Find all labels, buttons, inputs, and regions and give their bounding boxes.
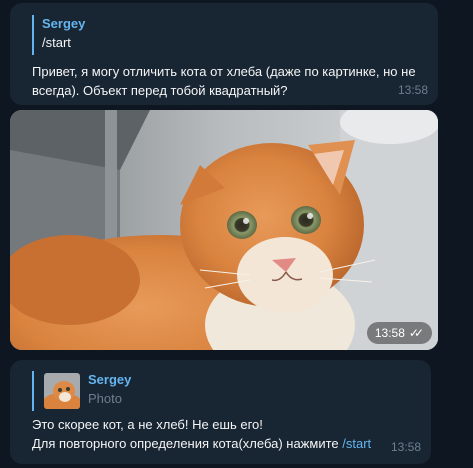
message-text-line: Привет, я могу отличить кота от хлеба (д…	[32, 64, 416, 79]
message-time: 13:58	[374, 326, 405, 340]
message-time: 13:58	[397, 83, 428, 97]
message-text-line: Для повторного определения кота(хлеба) н…	[32, 434, 371, 453]
message-text: Привет, я могу отличить кота от хлеба (д…	[32, 62, 416, 100]
cat-thumbnail	[44, 373, 80, 409]
double-check-icon: ✓✓	[408, 326, 424, 340]
message-text-fragment: Для повторного определения кота(хлеба) н…	[32, 436, 343, 451]
ginger-cat-photo	[10, 110, 438, 350]
message-text-line: всегда). Объект перед тобой квадратный?	[32, 83, 288, 98]
reply-sender-name: Sergey	[42, 16, 86, 31]
message-bubble-greeting[interactable]: Sergey /start Привет, я могу отличить ко…	[10, 3, 438, 105]
reply-quote[interactable]: Sergey /start	[32, 15, 85, 55]
start-command-link[interactable]: /start	[342, 436, 371, 451]
reply-text: Photo	[88, 391, 122, 406]
message-time: 13:58	[390, 440, 421, 454]
reply-quote[interactable]: Sergey Photo	[32, 371, 131, 411]
message-bubble-result[interactable]: Sergey Photo Это скорее кот, а не хлеб! …	[10, 360, 431, 464]
message-text-line: Это скорее кот, а не хлеб! Не ешь его!	[32, 417, 263, 432]
photo-message[interactable]: 13:58 ✓✓	[10, 110, 438, 350]
reply-sender-name: Sergey	[88, 372, 132, 387]
message-text: Это скорее кот, а не хлеб! Не ешь его! Д…	[32, 415, 371, 453]
reply-text: /start	[42, 35, 71, 50]
photo-time-badge: 13:58 ✓✓	[366, 322, 432, 344]
